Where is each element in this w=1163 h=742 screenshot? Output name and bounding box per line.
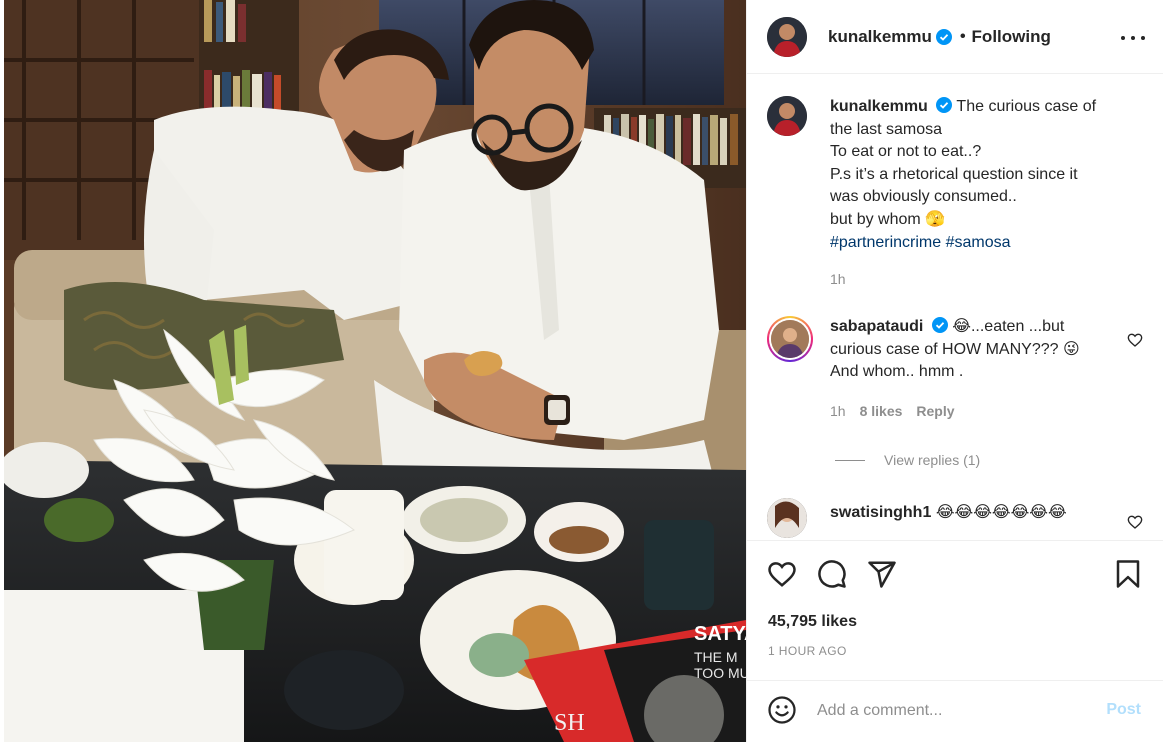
- comment-likes[interactable]: 8 likes: [860, 400, 903, 423]
- view-replies-label: View replies (1): [884, 452, 981, 468]
- post-actions: 45,795 likes 1 HOUR AGO: [747, 540, 1163, 690]
- book-spine-text: SH: [554, 710, 585, 736]
- following-button[interactable]: Following: [972, 27, 1051, 47]
- post-photo-illustration: SATYA THE M TOO MU SH: [4, 0, 746, 742]
- post-comment-button[interactable]: Post: [1106, 701, 1141, 719]
- comment-like-heart-icon[interactable]: [1127, 514, 1143, 530]
- comment-text: And whom.. hmm .: [830, 363, 964, 381]
- comment-item: swatisinghh1 😂😂😂😂😂😂😂: [767, 498, 1147, 540]
- comments-section[interactable]: kunalkemmu The curious case of the last …: [747, 74, 1163, 540]
- comment-body: sabapataudi 😂...eaten ...but curious cas…: [830, 316, 1123, 422]
- post-header: kunalkemmu • Following: [747, 0, 1163, 74]
- comment-text: 😂😂😂😂😂😂😂: [935, 504, 1067, 521]
- verified-badge-icon: [935, 28, 952, 45]
- commenter-avatar[interactable]: [767, 316, 813, 362]
- caption-body: kunalkemmu The curious case of the last …: [830, 96, 1123, 291]
- caption-line: but by whom 🫣: [830, 210, 946, 228]
- book-subtitle-2: TOO MU: [694, 665, 746, 681]
- comment-text: 😂...eaten ...but: [952, 318, 1065, 335]
- author-username[interactable]: kunalkemmu: [828, 27, 932, 47]
- save-bookmark-icon[interactable]: [1113, 559, 1143, 589]
- post-time[interactable]: 1 HOUR AGO: [768, 644, 847, 658]
- commenter-avatar[interactable]: [767, 498, 807, 538]
- comment-body: swatisinghh1 😂😂😂😂😂😂😂: [830, 502, 1123, 525]
- likes-count[interactable]: 45,795 likes: [768, 613, 857, 631]
- book-title-text: SATYA: [694, 623, 746, 645]
- reply-button[interactable]: Reply: [916, 400, 954, 423]
- verified-badge-icon: [931, 317, 948, 333]
- replies-divider: [835, 459, 865, 461]
- caption-line: P.s it’s a rhetorical question since it: [830, 165, 1078, 183]
- hashtag-link[interactable]: #samosa: [946, 234, 1011, 251]
- caption-line: the last samosa: [830, 120, 943, 138]
- post-image[interactable]: SATYA THE M TOO MU SH: [4, 0, 746, 742]
- comment-like-heart-icon[interactable]: [1127, 332, 1143, 348]
- author-avatar[interactable]: [767, 16, 807, 57]
- comment-item: sabapataudi 😂...eaten ...but curious cas…: [767, 316, 1147, 466]
- comment-text: curious case of HOW MANY??? 😜: [830, 340, 1080, 358]
- comment-username[interactable]: swatisinghh1: [830, 504, 931, 521]
- share-send-icon[interactable]: [867, 559, 897, 589]
- book-subtitle-1: THE M: [694, 649, 738, 665]
- action-icons: [767, 559, 1143, 589]
- view-replies-button[interactable]: View replies (1): [835, 452, 980, 468]
- caption-username[interactable]: kunalkemmu: [830, 98, 928, 115]
- header-separator: •: [959, 27, 966, 45]
- comment-meta: 1h 8 likes Reply: [830, 400, 1123, 423]
- more-horizontal-icon[interactable]: [1121, 26, 1145, 50]
- caption-meta: 1h: [830, 268, 1123, 291]
- hashtag-link[interactable]: #partnerincrime: [830, 234, 941, 251]
- comment-icon[interactable]: [817, 559, 847, 589]
- caption-line: To eat or not to eat..?: [830, 143, 982, 161]
- caption-avatar[interactable]: [767, 96, 807, 136]
- caption-line: was obviously consumed..: [830, 188, 1017, 206]
- comment-time[interactable]: 1h: [830, 400, 846, 423]
- add-comment-input[interactable]: [817, 697, 1077, 725]
- caption-time[interactable]: 1h: [830, 268, 846, 291]
- caption-line: The curious case of: [956, 98, 1097, 115]
- comment-username[interactable]: sabapataudi: [830, 318, 923, 335]
- emoji-smiley-icon[interactable]: [767, 695, 797, 725]
- post-sidebar: kunalkemmu • Following kunalkemmu The cu…: [746, 0, 1163, 742]
- caption: kunalkemmu The curious case of the last …: [767, 96, 1147, 296]
- like-heart-icon[interactable]: [767, 559, 797, 589]
- add-comment-bar: Post: [747, 680, 1163, 742]
- verified-badge-icon: [936, 97, 953, 113]
